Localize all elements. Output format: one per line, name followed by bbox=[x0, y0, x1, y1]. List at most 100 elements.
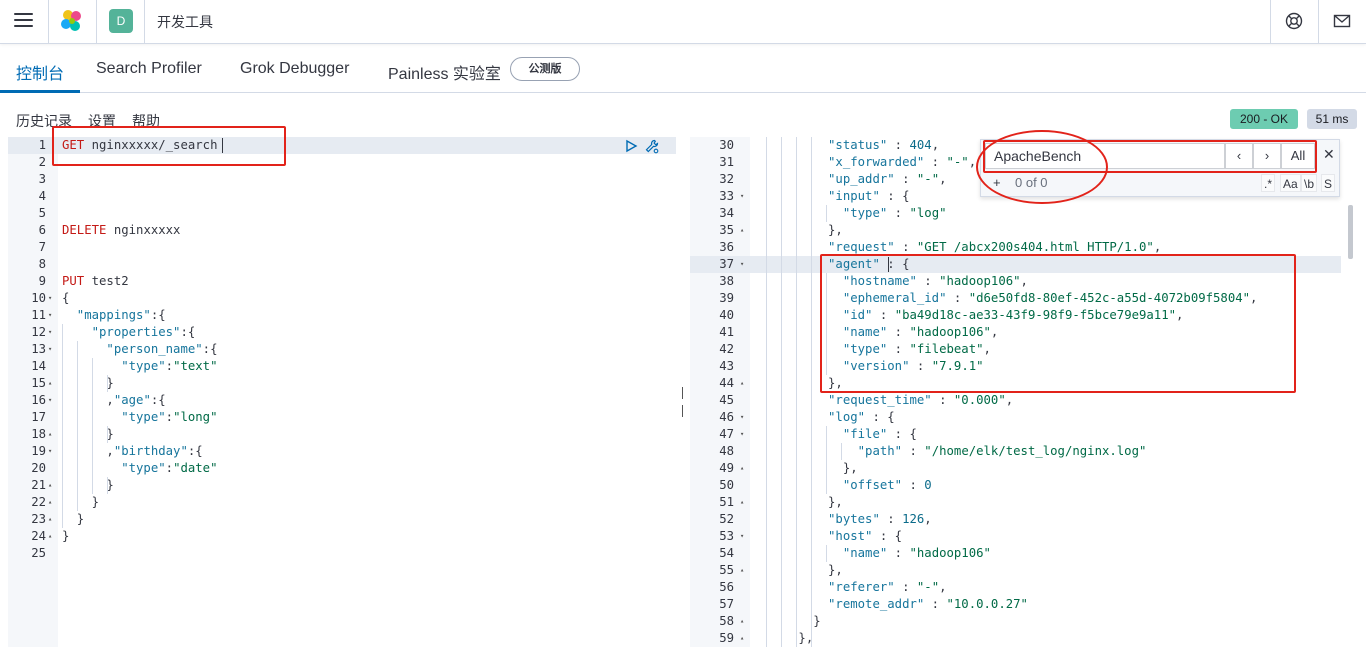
fold-close-icon[interactable]: ▴ bbox=[48, 494, 52, 511]
help-lifebuoy-icon[interactable] bbox=[1284, 11, 1304, 31]
code-token: 0 bbox=[924, 478, 932, 492]
fold-open-icon[interactable]: ▾ bbox=[48, 341, 52, 358]
line-number: 57 bbox=[719, 597, 734, 611]
code-token: "/home/elk/test_log/nginx.log" bbox=[924, 444, 1147, 458]
fold-close-icon[interactable]: ▴ bbox=[740, 375, 744, 392]
tab-search-profiler[interactable]: Search Profiler bbox=[96, 60, 202, 78]
code-token: "path" bbox=[754, 444, 903, 458]
fold-open-icon[interactable]: ▾ bbox=[48, 307, 52, 324]
line-number: 23 bbox=[31, 512, 46, 526]
indent-guide bbox=[107, 426, 108, 443]
code-token: : bbox=[887, 138, 910, 152]
line-number: 32 bbox=[719, 172, 734, 186]
line-number: 9 bbox=[38, 274, 46, 288]
fold-open-icon[interactable]: ▾ bbox=[740, 409, 744, 426]
header-divider bbox=[96, 0, 97, 44]
code-token: "GET /abcx200s404.html HTTP/1.0" bbox=[916, 240, 1154, 254]
indent-guide bbox=[826, 205, 827, 222]
header-divider bbox=[1318, 0, 1319, 44]
code-line: "up_addr" : "-", bbox=[754, 171, 947, 188]
fold-close-icon[interactable]: ▴ bbox=[740, 460, 744, 477]
line-number: 15 bbox=[31, 376, 46, 390]
line-number: 7 bbox=[38, 240, 46, 254]
code-token: "mappings" bbox=[62, 308, 151, 322]
fold-close-icon[interactable]: ▴ bbox=[48, 426, 52, 443]
code-token: "person_name" bbox=[62, 342, 203, 356]
regex-toggle[interactable]: .* bbox=[1261, 174, 1276, 192]
indent-guide bbox=[766, 137, 767, 647]
indent-guide bbox=[781, 137, 782, 647]
fold-open-icon[interactable]: ▾ bbox=[740, 426, 744, 443]
code-token: "host" bbox=[754, 529, 873, 543]
code-token: "log" bbox=[909, 206, 947, 220]
in-selection-toggle[interactable]: S bbox=[1321, 174, 1336, 192]
fold-close-icon[interactable]: ▴ bbox=[740, 562, 744, 579]
code-token: "text" bbox=[173, 359, 218, 373]
beta-badge: 公测版 bbox=[510, 57, 580, 81]
fold-close-icon[interactable]: ▴ bbox=[48, 375, 52, 392]
fold-close-icon[interactable]: ▴ bbox=[48, 511, 52, 528]
fold-open-icon[interactable]: ▾ bbox=[740, 188, 744, 205]
code-token: : { bbox=[887, 427, 917, 441]
line-number: 48 bbox=[719, 444, 734, 458]
code-line: "mappings":{ bbox=[62, 307, 166, 324]
code-line: "referer" : "-", bbox=[754, 579, 946, 596]
fold-close-icon[interactable]: ▴ bbox=[740, 613, 744, 630]
code-token: : bbox=[924, 155, 947, 169]
fold-close-icon[interactable]: ▴ bbox=[740, 222, 744, 239]
tab-painless-lab[interactable]: Painless 实验室 bbox=[388, 60, 501, 84]
panel-resize-handle[interactable] bbox=[682, 386, 686, 417]
response-scrollbar[interactable] bbox=[1348, 205, 1353, 259]
wrench-icon[interactable] bbox=[644, 138, 660, 154]
code-token: : bbox=[931, 393, 954, 407]
code-token: :{ bbox=[202, 342, 218, 356]
fold-open-icon[interactable]: ▾ bbox=[48, 290, 52, 307]
indent-guide bbox=[107, 375, 108, 392]
run-request-icon[interactable] bbox=[624, 139, 638, 153]
mail-icon[interactable] bbox=[1332, 11, 1352, 31]
tab-console[interactable]: 控制台 bbox=[16, 60, 64, 84]
line-number: 17 bbox=[31, 410, 46, 424]
close-icon[interactable]: ✕ bbox=[1323, 146, 1335, 163]
fold-open-icon[interactable]: ▾ bbox=[48, 443, 52, 460]
line-number: 20 bbox=[31, 461, 46, 475]
fold-close-icon[interactable]: ▴ bbox=[48, 528, 52, 545]
elastic-logo-icon[interactable] bbox=[60, 9, 84, 33]
tab-grok-debugger[interactable]: Grok Debugger bbox=[240, 60, 349, 78]
code-token: , bbox=[939, 172, 947, 186]
header-divider bbox=[48, 0, 49, 44]
active-tab-indicator bbox=[0, 90, 80, 93]
fold-close-icon[interactable]: ▴ bbox=[48, 477, 52, 494]
code-line: "path" : "/home/elk/test_log/nginx.log" bbox=[754, 443, 1147, 460]
code-token: "-" bbox=[916, 172, 940, 186]
line-number: 41 bbox=[719, 325, 734, 339]
menu-icon[interactable] bbox=[14, 13, 33, 27]
line-number: 22 bbox=[31, 495, 46, 509]
code-token: }, bbox=[754, 461, 858, 475]
space-avatar[interactable]: D bbox=[109, 9, 133, 33]
code-token: : { bbox=[872, 529, 903, 543]
code-token: "remote_addr" bbox=[754, 597, 925, 611]
code-line: }, bbox=[754, 562, 843, 579]
fold-close-icon[interactable]: ▴ bbox=[740, 494, 744, 511]
case-sensitive-toggle[interactable]: Aa bbox=[1280, 174, 1301, 192]
code-token: : { bbox=[865, 410, 895, 424]
code-line: "properties":{ bbox=[62, 324, 196, 341]
code-line: "x_forwarded" : "-", bbox=[754, 154, 976, 171]
fold-close-icon[interactable]: ▴ bbox=[740, 630, 744, 647]
fold-open-icon[interactable]: ▾ bbox=[48, 392, 52, 409]
code-token: : bbox=[894, 240, 917, 254]
line-number: 30 bbox=[719, 138, 734, 152]
line-number: 51 bbox=[719, 495, 734, 509]
line-number: 52 bbox=[719, 512, 734, 526]
code-line: }, bbox=[754, 460, 858, 477]
fold-open-icon[interactable]: ▾ bbox=[48, 324, 52, 341]
code-token: "input" bbox=[754, 189, 880, 203]
line-number: 56 bbox=[719, 580, 734, 594]
fold-open-icon[interactable]: ▾ bbox=[740, 528, 744, 545]
whole-word-toggle[interactable]: \b bbox=[1301, 174, 1318, 192]
indent-guide bbox=[796, 137, 797, 647]
request-time-badge: 51 ms bbox=[1307, 109, 1357, 129]
indent-guide bbox=[811, 137, 812, 647]
fold-open-icon[interactable]: ▾ bbox=[740, 256, 744, 273]
